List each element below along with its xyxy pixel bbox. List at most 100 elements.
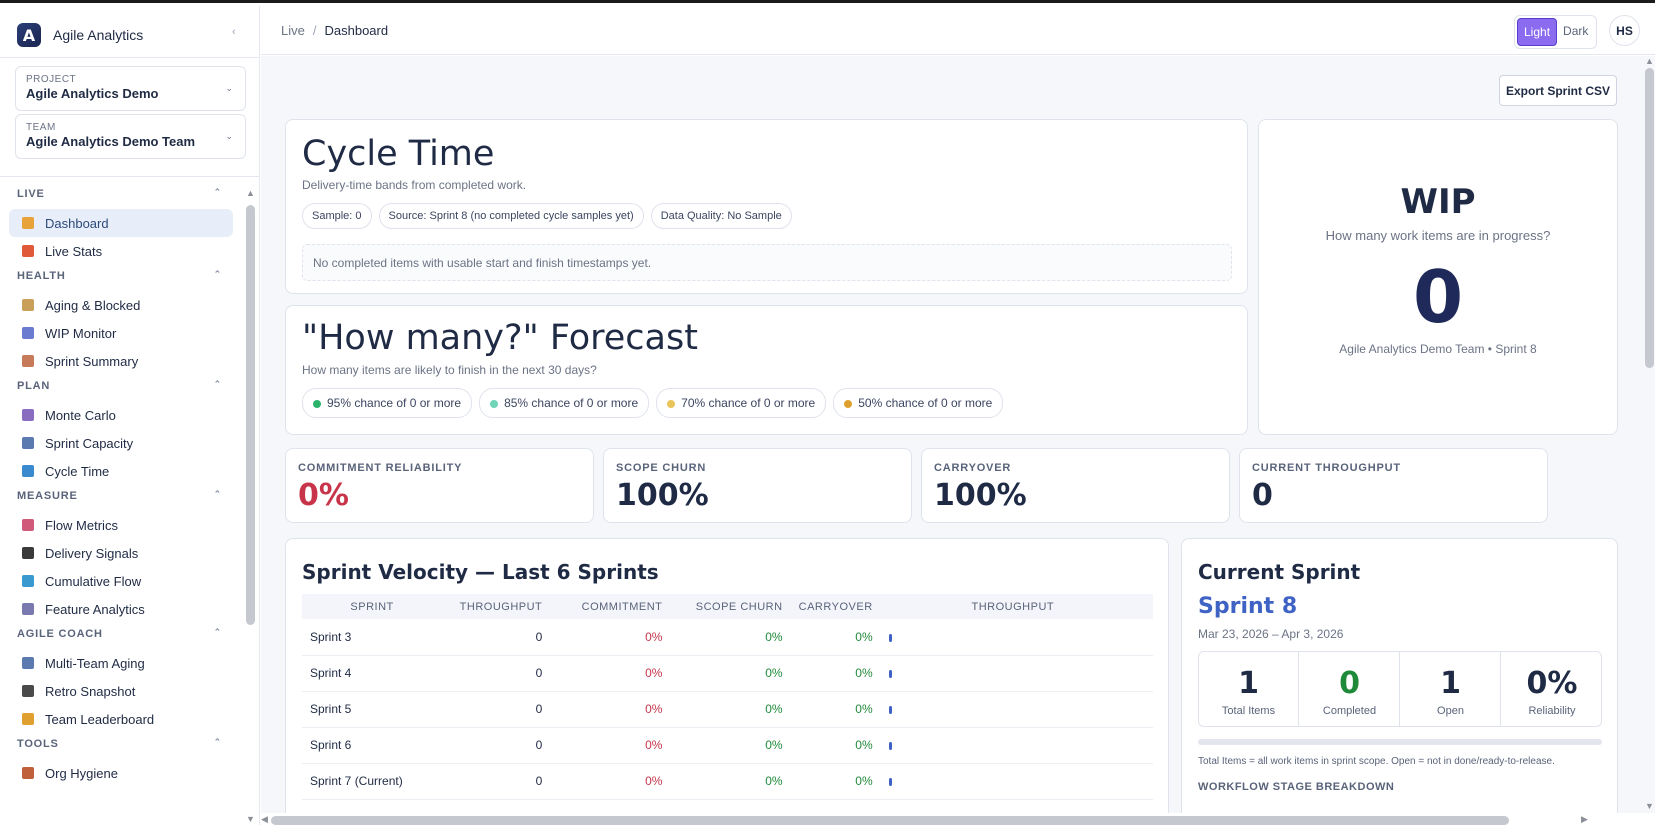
divider bbox=[0, 176, 259, 177]
throughput-bar-cell bbox=[872, 763, 1153, 800]
scrollbar-thumb[interactable] bbox=[246, 205, 255, 625]
chevron-down-icon: ⌄ bbox=[225, 83, 233, 93]
nav-section-tools[interactable]: TOOLS ⌃ bbox=[17, 737, 222, 750]
commitment-cell: 0% bbox=[542, 727, 663, 764]
wip-question: How many work items are in progress? bbox=[1325, 228, 1551, 243]
scrollbar-thumb[interactable] bbox=[271, 816, 1509, 825]
avatar[interactable]: HS bbox=[1609, 15, 1640, 46]
scroll-down-icon[interactable]: ▼ bbox=[246, 814, 255, 824]
sidebar-item-team-leaderboard[interactable]: Team Leaderboard bbox=[9, 705, 233, 733]
workflow-breakdown-title: WORKFLOW STAGE BREAKDOWN bbox=[1198, 781, 1395, 793]
cycle-time-subtitle: Delivery-time bands from completed work. bbox=[302, 178, 527, 192]
scrollbar-thumb[interactable] bbox=[1645, 68, 1654, 368]
stat-label: Open bbox=[1437, 705, 1464, 717]
table-row[interactable]: Sprint 6 0 0% 0% 0% bbox=[302, 727, 1153, 764]
kpi-card-carryover: CARRYOVER 100% bbox=[921, 448, 1230, 523]
sidebar-item-multi-team-aging[interactable]: Multi-Team Aging bbox=[9, 649, 233, 677]
nav-section-health[interactable]: HEALTH ⌃ bbox=[17, 269, 222, 282]
calendar-icon bbox=[22, 437, 34, 449]
chevron-down-icon: ⌄ bbox=[225, 131, 233, 141]
status-dot-icon bbox=[844, 399, 853, 408]
column-header[interactable]: SCOPE CHURN bbox=[662, 594, 783, 619]
sidebar-item-label: Sprint Summary bbox=[45, 353, 139, 369]
column-header[interactable]: THROUGHPUT bbox=[442, 594, 543, 619]
horizontal-scrollbar[interactable]: ◀ ▶ bbox=[261, 813, 1655, 825]
throughput-bar-cell bbox=[872, 727, 1153, 764]
sidebar-item-dashboard[interactable]: Dashboard bbox=[9, 209, 233, 237]
table-row[interactable]: Sprint 7 (Current) 0 0% 0% 0% bbox=[302, 763, 1153, 800]
table-row[interactable]: Sprint 5 0 0% 0% 0% bbox=[302, 691, 1153, 728]
forecast-pill: 85% chance of 0 or more bbox=[479, 388, 650, 418]
nav-section-measure[interactable]: MEASURE ⌃ bbox=[17, 489, 222, 502]
kpi-card-commitment-reliability: COMMITMENT RELIABILITY 0% bbox=[285, 448, 594, 523]
nav-section-agile-coach[interactable]: AGILE COACH ⌃ bbox=[17, 627, 222, 640]
throughput-cell: 0 bbox=[442, 619, 543, 656]
kpi-card-current-throughput: CURRENT THROUGHPUT 0 bbox=[1239, 448, 1548, 523]
nav-section-title: MEASURE bbox=[17, 490, 78, 502]
sidebar-item-label: Team Leaderboard bbox=[45, 711, 155, 727]
project-selector[interactable]: PROJECT Agile Analytics Demo ⌄ bbox=[15, 66, 246, 111]
sidebar-item-org-hygiene[interactable]: Org Hygiene bbox=[9, 759, 233, 787]
sidebar-item-live-stats[interactable]: Live Stats bbox=[9, 237, 233, 265]
scroll-left-icon[interactable]: ◀ bbox=[261, 814, 268, 825]
main-scrollbar[interactable]: ▲ ▼ bbox=[1643, 56, 1655, 813]
scroll-right-icon[interactable]: ▶ bbox=[1581, 814, 1588, 825]
scroll-up-icon[interactable]: ▲ bbox=[1645, 56, 1654, 66]
scroll-down-icon[interactable]: ▼ bbox=[1645, 801, 1654, 811]
sidebar-scrollbar[interactable]: ▲ ▼ bbox=[245, 188, 256, 825]
cycle-time-title: Cycle Time bbox=[302, 134, 495, 174]
scope-churn-cell: 0% bbox=[662, 727, 783, 764]
sidebar-item-cumulative-flow[interactable]: Cumulative Flow bbox=[9, 567, 233, 595]
broom-icon bbox=[22, 767, 34, 779]
column-header[interactable]: COMMITMENT bbox=[542, 594, 663, 619]
breadcrumb-parent[interactable]: Live bbox=[281, 23, 305, 38]
forecast-pill: 70% chance of 0 or more bbox=[656, 388, 827, 418]
sidebar-item-feature-analytics[interactable]: Feature Analytics bbox=[9, 595, 233, 623]
sidebar-item-wip-monitor[interactable]: WIP Monitor bbox=[9, 319, 233, 347]
velocity-title: Sprint Velocity — Last 6 Sprints bbox=[302, 560, 659, 584]
brand[interactable]: A Agile Analytics bbox=[17, 20, 143, 50]
kpi-value: 0 bbox=[1252, 478, 1273, 513]
table-row[interactable]: Sprint 4 0 0% 0% 0% bbox=[302, 655, 1153, 692]
breadcrumb: Live / Dashboard bbox=[281, 23, 388, 38]
nav-section-plan[interactable]: PLAN ⌃ bbox=[17, 379, 222, 392]
column-header[interactable]: THROUGHPUT bbox=[872, 594, 1153, 619]
carryover-cell: 0% bbox=[782, 691, 873, 728]
sidebar-item-retro-snapshot[interactable]: Retro Snapshot bbox=[9, 677, 233, 705]
dice-icon bbox=[22, 409, 34, 421]
throughput-bar-cell bbox=[872, 655, 1153, 692]
sidebar-item-flow-metrics[interactable]: Flow Metrics bbox=[9, 511, 233, 539]
column-header[interactable]: SPRINT bbox=[302, 594, 443, 619]
sprint-cell: Sprint 6 bbox=[302, 727, 443, 764]
sidebar-item-monte-carlo[interactable]: Monte Carlo bbox=[9, 401, 233, 429]
theme-light-button[interactable]: Light bbox=[1517, 18, 1558, 46]
scroll-up-icon[interactable]: ▲ bbox=[246, 188, 255, 198]
nav-section-live[interactable]: LIVE ⌃ bbox=[17, 187, 222, 200]
sidebar-item-aging-blocked[interactable]: Aging & Blocked bbox=[9, 291, 233, 319]
sprint-cell: Sprint 3 bbox=[302, 619, 443, 656]
sidebar-item-cycle-time[interactable]: Cycle Time bbox=[9, 457, 233, 485]
scope-churn-cell: 0% bbox=[662, 655, 783, 692]
sidebar-item-label: Live Stats bbox=[45, 243, 103, 259]
stat-value: 0 bbox=[1339, 666, 1360, 701]
team-label: TEAM bbox=[26, 122, 56, 133]
export-sprint-csv-button[interactable]: Export Sprint CSV bbox=[1499, 75, 1617, 106]
theme-dark-button[interactable]: Dark bbox=[1557, 18, 1594, 46]
commitment-cell: 0% bbox=[542, 619, 663, 656]
forecast-title: "How many?" Forecast bbox=[302, 318, 698, 358]
team-selector[interactable]: TEAM Agile Analytics Demo Team ⌄ bbox=[15, 114, 246, 159]
forecast-pill-label: 95% chance of 0 or more bbox=[327, 396, 462, 410]
bar-chart-icon bbox=[22, 217, 34, 229]
sidebar-item-delivery-signals[interactable]: Delivery Signals bbox=[9, 539, 233, 567]
stat-label: Completed bbox=[1322, 705, 1377, 717]
cycle-icon bbox=[22, 465, 34, 477]
throughput-cell: 0 bbox=[442, 691, 543, 728]
chevron-up-icon: ⌃ bbox=[213, 187, 222, 197]
collapse-sidebar-icon[interactable]: ‹ bbox=[232, 26, 236, 38]
sidebar-item-sprint-summary[interactable]: Sprint Summary bbox=[9, 347, 233, 375]
table-row[interactable]: Sprint 3 0 0% 0% 0% bbox=[302, 619, 1153, 656]
sidebar-item-sprint-capacity[interactable]: Sprint Capacity bbox=[9, 429, 233, 457]
divider bbox=[0, 57, 259, 58]
sidebar-item-label: WIP Monitor bbox=[45, 325, 117, 341]
column-header[interactable]: CARRYOVER bbox=[782, 594, 873, 619]
